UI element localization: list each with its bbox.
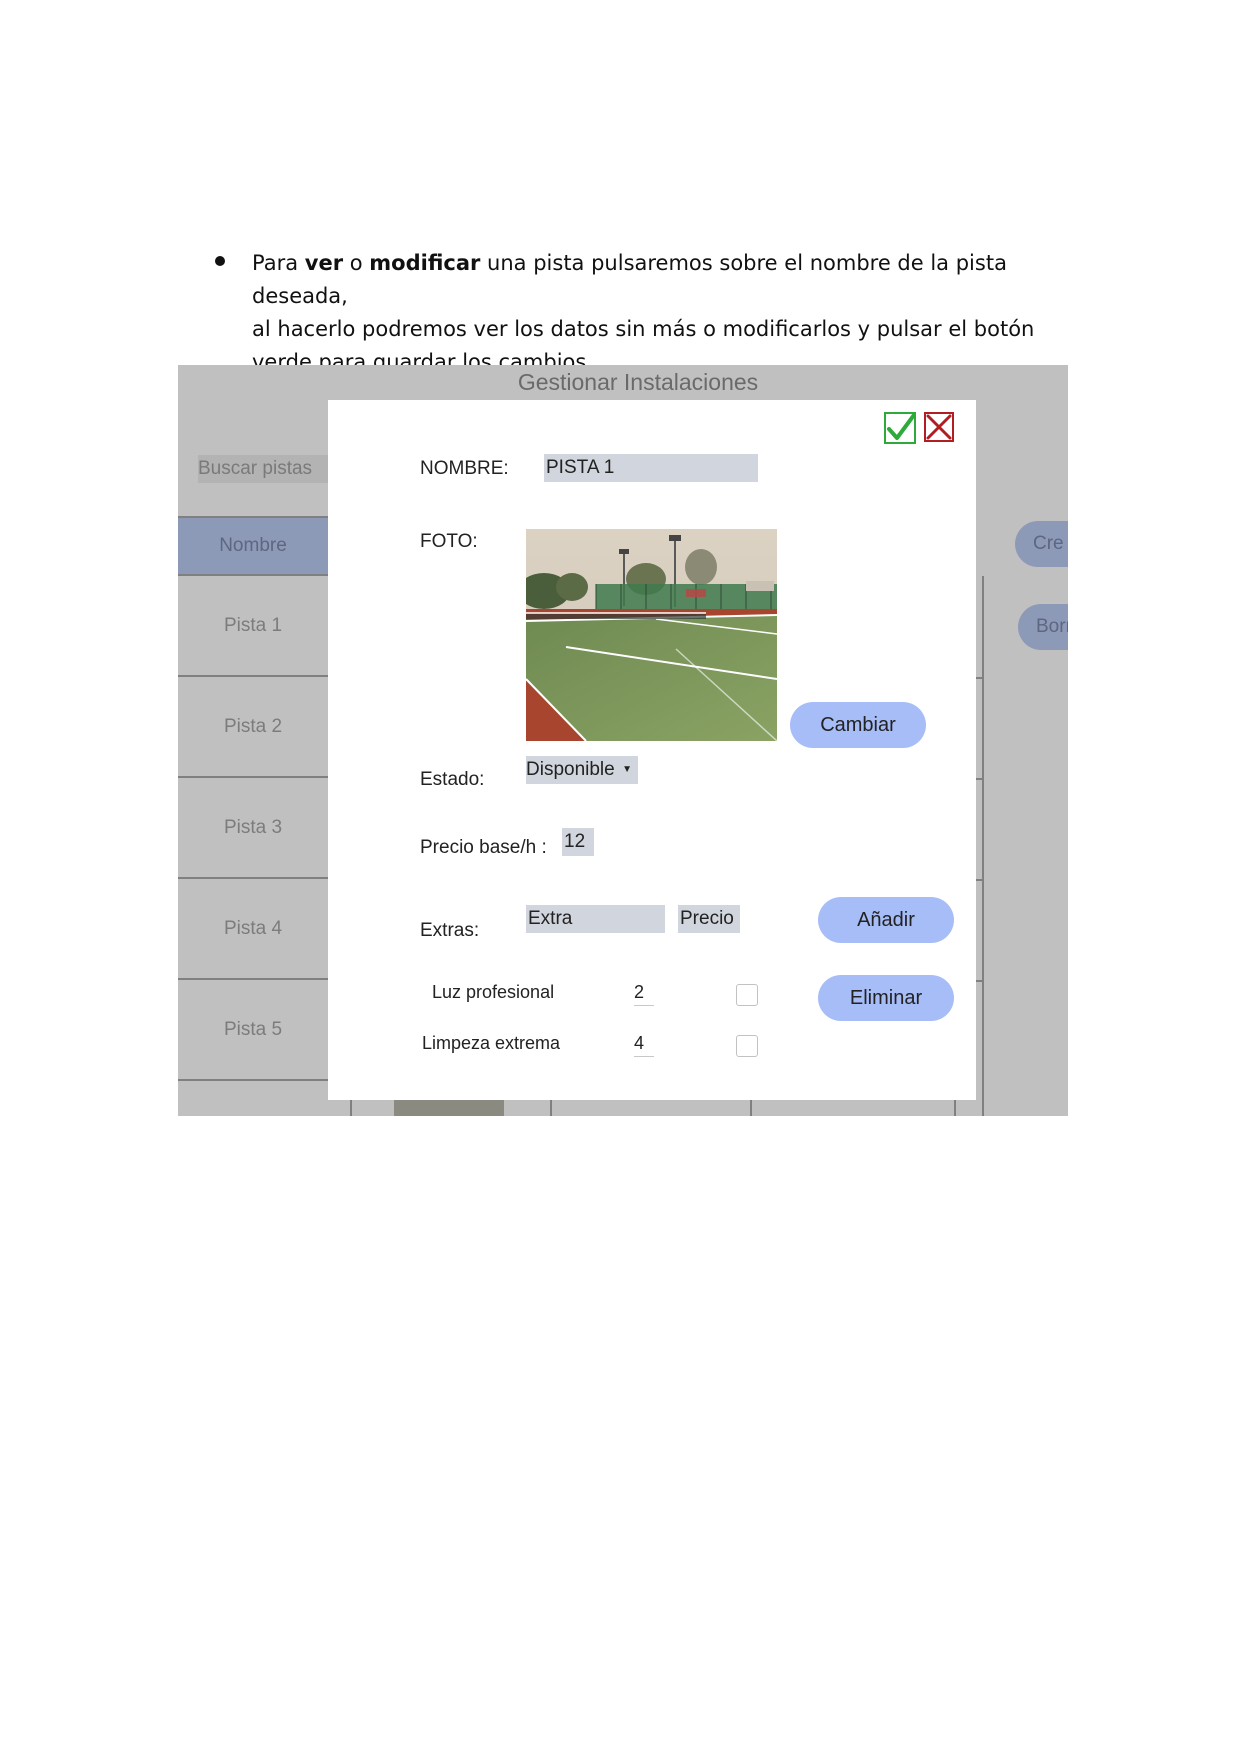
estado-selected-value: Disponible [526, 759, 615, 780]
table-grid-line [954, 1100, 956, 1116]
cambiar-photo-button[interactable]: Cambiar [790, 702, 926, 748]
anadir-extra-button[interactable]: Añadir [818, 897, 954, 943]
table-row[interactable]: Pista 5 [178, 980, 328, 1081]
eliminar-extra-button[interactable]: Eliminar [818, 975, 954, 1021]
extra-item-price[interactable]: 2 [634, 982, 654, 1006]
table-row[interactable]: Pista 4 [178, 879, 328, 980]
precio-base-field[interactable]: 12 [562, 828, 594, 856]
table-grid-line [550, 1100, 552, 1116]
caret-down-icon: ▼ [622, 764, 632, 775]
nombre-label: NOMBRE: [420, 458, 509, 479]
estado-label: Estado: [420, 769, 485, 790]
instruction-paragraph: Para ver o modificar una pista pulsaremo… [252, 247, 1082, 379]
estado-select[interactable]: Disponible ▼ [526, 756, 638, 784]
precio-base-label: Precio base/h : [420, 837, 547, 858]
instruction-line-1: Para ver o modificar una pista pulsaremo… [252, 251, 1007, 308]
cancel-close-icon[interactable] [924, 412, 954, 442]
extras-label: Extras: [420, 920, 480, 941]
background-thumbnail [394, 1100, 504, 1116]
create-court-button[interactable]: Cre [1015, 521, 1068, 567]
app-title: Gestionar Instalaciones [517, 369, 759, 395]
table-grid-line [350, 1100, 352, 1116]
app-screenshot: Gestionar Instalaciones Buscar pistas No… [178, 365, 1068, 1116]
extra-name-input[interactable]: Extra [526, 905, 665, 933]
court-photo [526, 529, 777, 741]
extra-item-price[interactable]: 4 [634, 1033, 654, 1057]
extra-item-checkbox[interactable] [736, 984, 758, 1006]
extra-item-name: Limpeza extrema [422, 1033, 561, 1053]
table-grid-line [982, 576, 984, 1116]
table-grid-line [976, 677, 984, 679]
confirm-check-icon[interactable] [884, 412, 916, 444]
instruction-line-2: al hacerlo podremos ver los datos sin má… [252, 317, 1035, 341]
extra-price-input[interactable]: Precio [678, 905, 740, 933]
table-header-nombre[interactable]: Nombre [178, 516, 328, 576]
table-row[interactable]: Pista 3 [178, 778, 328, 879]
table-row[interactable]: Pista 2 [178, 677, 328, 778]
edit-court-modal: NOMBRE: PISTA 1 FOTO: Cambiar Estado: Di… [328, 400, 976, 1100]
table-grid-line [976, 980, 984, 982]
table-grid-line [976, 778, 984, 780]
nombre-field[interactable]: PISTA 1 [544, 454, 758, 482]
table-grid-line [976, 879, 984, 881]
extra-item-name: Luz profesional [432, 982, 555, 1002]
list-bullet [215, 256, 225, 266]
delete-court-button[interactable]: Borr [1018, 604, 1068, 650]
table-row[interactable]: Pista 1 [178, 576, 328, 677]
foto-label: FOTO: [420, 531, 478, 552]
table-grid-line [750, 1100, 752, 1116]
extra-item-checkbox[interactable] [736, 1035, 758, 1057]
